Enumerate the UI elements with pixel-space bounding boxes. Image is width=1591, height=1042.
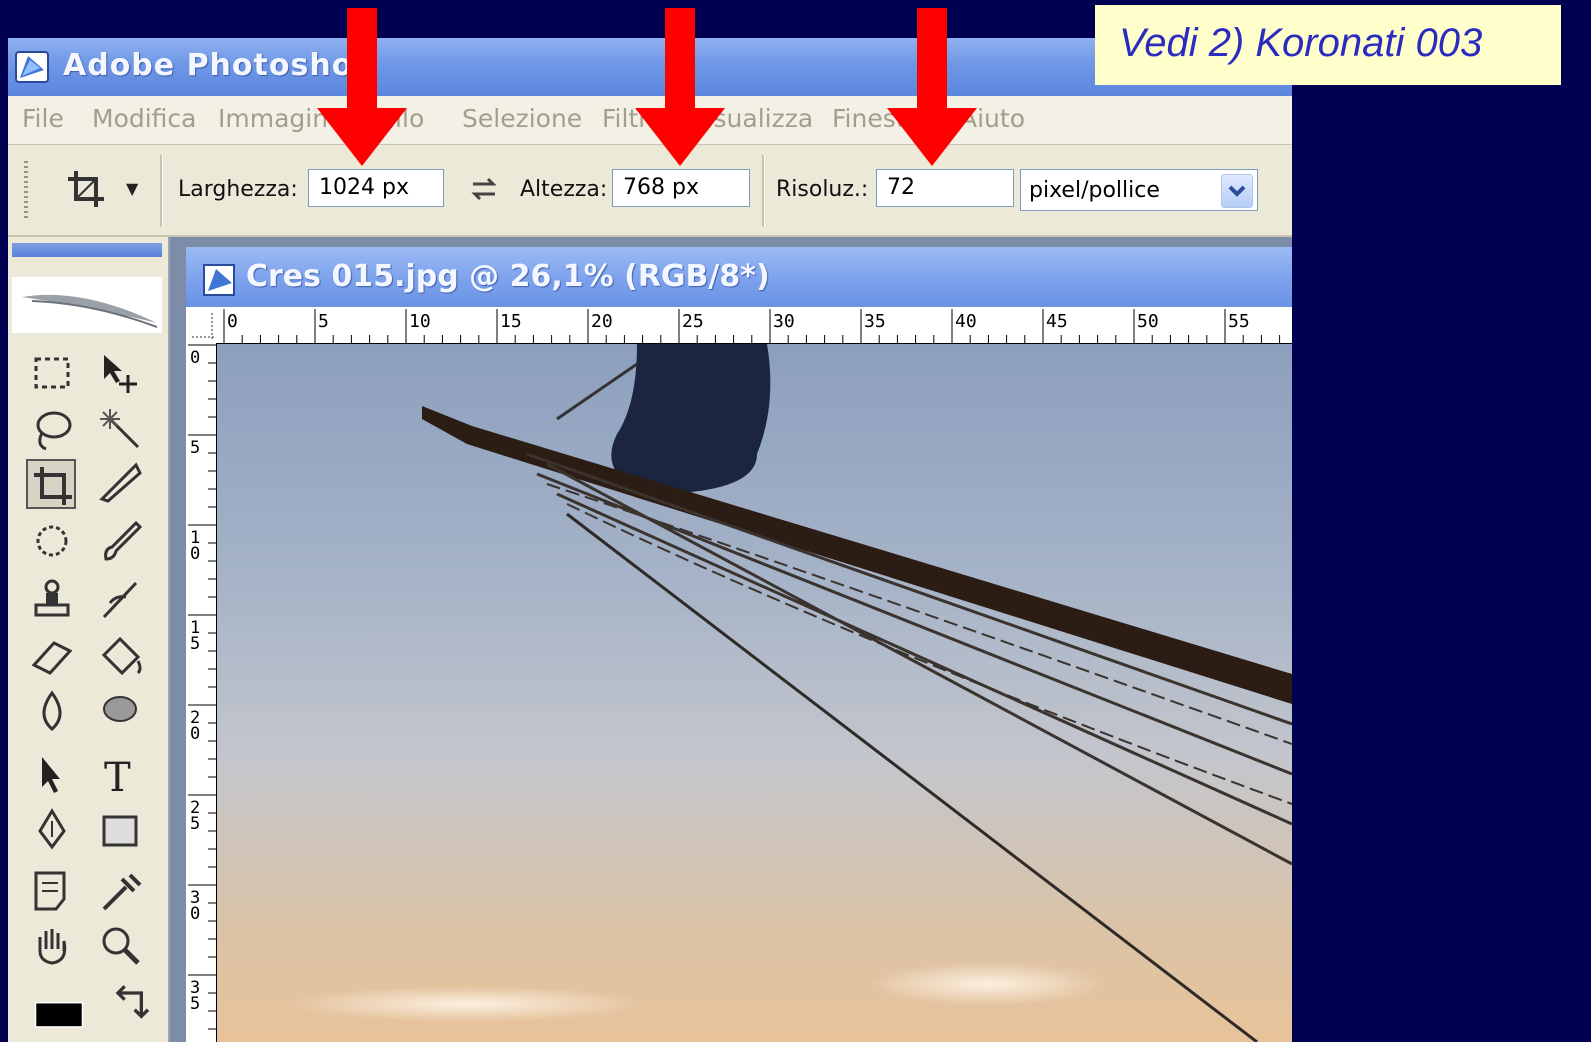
document-title: Cres 015.jpg @ 26,1% (RGB/8*) (246, 259, 770, 294)
sailboat-bowsprit-photo (287, 344, 1292, 1042)
notes-tool-icon[interactable] (28, 867, 78, 917)
foreground-color-swatch[interactable] (34, 983, 100, 1033)
vertical-ruler[interactable]: 05101520253035 (186, 343, 217, 1042)
zoom-tool-icon[interactable] (96, 921, 146, 971)
workspace: T Cres 015.jpg @ 26,1% (RGB/8*) 0 5 10 1… (8, 237, 1292, 1042)
type-tool-icon[interactable]: T (96, 751, 146, 801)
width-label: Larghezza: (178, 177, 298, 202)
ruler-top-label: 15 (500, 311, 522, 332)
tool-preset-dropdown-icon[interactable]: ▼ (126, 179, 138, 198)
image-canvas[interactable] (217, 344, 1292, 1042)
annotation-text: Vedi 2) Koronati 003 (1119, 21, 1483, 65)
feather-logo (12, 277, 162, 333)
red-arrow-icon (887, 8, 977, 166)
resolution-label: Risoluz.: (776, 177, 869, 202)
brush-tool-icon[interactable] (96, 517, 146, 567)
ruler-top-label: 45 (1046, 311, 1068, 332)
annotation-note: Vedi 2) Koronati 003 (1095, 5, 1561, 85)
ruler-top-label: 50 (1137, 311, 1159, 332)
marquee-tool-icon[interactable] (28, 349, 78, 399)
hand-tool-icon[interactable] (28, 921, 78, 971)
path-selection-icon[interactable] (28, 751, 78, 801)
slice-tool-icon[interactable] (96, 459, 146, 509)
resolution-unit-select[interactable]: pixel/pollice (1020, 169, 1258, 211)
red-arrow-icon (317, 8, 407, 166)
resolution-unit-value: pixel/pollice (1029, 178, 1160, 203)
eraser-tool-icon[interactable] (28, 631, 78, 681)
height-field[interactable]: 768 px (612, 169, 750, 207)
vertical-ruler-ticks: 05101520253035 (188, 344, 216, 1030)
ruler-top-label: 0 (227, 311, 238, 332)
height-label: Altezza: (520, 177, 608, 202)
blur-tool-icon[interactable] (28, 687, 78, 737)
ruler-left-label: 0 (190, 904, 200, 924)
ruler-left-label: 0 (190, 348, 200, 368)
separator (762, 155, 765, 227)
ruler-left-label: 5 (190, 634, 200, 654)
menu-selezione[interactable]: Selezione (462, 104, 582, 133)
horizontal-ruler[interactable]: 0 5 10 15 20 25 30 35 40 45 50 55 (216, 307, 1292, 344)
dodge-tool-icon[interactable] (96, 687, 146, 737)
ruler-left-label: 0 (190, 724, 200, 744)
ruler-top-label: 40 (955, 311, 977, 332)
document-titlebar[interactable]: Cres 015.jpg @ 26,1% (RGB/8*) (186, 247, 1292, 307)
history-brush-icon[interactable] (96, 575, 146, 625)
toolbox-titlebar[interactable] (12, 243, 162, 257)
chevron-down-icon[interactable] (1221, 174, 1253, 208)
svg-text:T: T (104, 755, 131, 801)
move-tool-icon[interactable] (96, 349, 146, 399)
swap-colors-icon[interactable] (108, 983, 150, 1019)
crop-tool-icon[interactable] (26, 459, 76, 509)
eyedropper-icon[interactable] (96, 867, 146, 917)
photoshop-window: Adobe Photoshop File Modifica Immagine L… (8, 38, 1292, 1042)
healing-brush-icon[interactable] (28, 517, 78, 567)
ruler-top-label: 10 (409, 311, 431, 332)
width-field[interactable]: 1024 px (308, 169, 444, 207)
ruler-left-label: 5 (190, 814, 200, 834)
ruler-left-label: 5 (190, 438, 200, 458)
menu-file[interactable]: File (22, 104, 64, 133)
horizontal-ruler-ticks: 0 5 10 15 20 25 30 35 40 45 50 55 (223, 309, 1281, 343)
swap-dimensions-icon[interactable] (469, 175, 499, 203)
separator (160, 155, 163, 227)
pen-tool-icon[interactable] (28, 807, 78, 857)
toolbox: T (8, 237, 170, 1042)
shape-tool-icon[interactable] (96, 807, 146, 857)
ruler-top-label: 55 (1228, 311, 1250, 332)
lasso-tool-icon[interactable] (28, 405, 78, 455)
resolution-field[interactable]: 72 (876, 169, 1014, 207)
ruler-left-label: 0 (190, 544, 200, 564)
ruler-top-label: 35 (864, 311, 886, 332)
ruler-origin[interactable] (186, 307, 216, 343)
photoshop-app-icon (15, 51, 49, 83)
clone-stamp-icon[interactable] (28, 575, 78, 625)
magic-wand-icon[interactable] (96, 405, 146, 455)
red-arrow-icon (635, 8, 725, 166)
menu-modifica[interactable]: Modifica (92, 104, 197, 133)
document-icon (203, 264, 235, 296)
options-bar-grip[interactable] (24, 161, 28, 221)
crop-icon[interactable] (66, 169, 106, 209)
ruler-top-label: 30 (773, 311, 795, 332)
paint-bucket-icon[interactable] (96, 631, 146, 681)
ruler-top-label: 5 (318, 311, 329, 332)
ruler-top-label: 25 (682, 311, 704, 332)
document-window: Cres 015.jpg @ 26,1% (RGB/8*) 0 5 10 15 20 25… (186, 247, 1292, 1042)
ruler-top-label: 20 (591, 311, 613, 332)
ruler-left-label: 5 (190, 994, 200, 1014)
